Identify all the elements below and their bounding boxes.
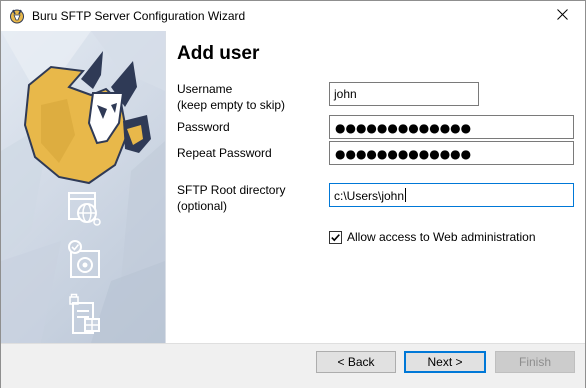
close-icon	[556, 9, 568, 23]
password-field[interactable]: ●●●●●●●●●●●●●	[329, 115, 574, 139]
wizard-side-panel	[1, 31, 165, 343]
window-title: Buru SFTP Server Configuration Wizard	[32, 9, 246, 23]
username-value: john	[334, 87, 357, 101]
root-directory-value: c:\Users\john	[334, 189, 405, 203]
root-directory-field[interactable]: c:\Users\john	[329, 183, 574, 207]
wizard-window: Buru SFTP Server Configuration Wizard Ad…	[0, 0, 586, 388]
password-masked-value: ●●●●●●●●●●●●●	[335, 121, 472, 135]
username-label-line1: Username	[177, 82, 233, 96]
username-field[interactable]: john	[329, 82, 479, 106]
username-label: Username (keep empty to skip)	[177, 81, 285, 113]
web-admin-checkbox[interactable]	[329, 231, 342, 244]
root-directory-label: SFTP Root directory (optional)	[177, 182, 285, 214]
app-logo-icon	[9, 8, 25, 24]
root-directory-label-line1: SFTP Root directory	[177, 183, 286, 197]
side-panel-divider	[165, 31, 166, 343]
repeat-password-label: Repeat Password	[177, 146, 272, 160]
repeat-password-field[interactable]: ●●●●●●●●●●●●●	[329, 141, 574, 165]
title-bar: Buru SFTP Server Configuration Wizard	[1, 1, 585, 31]
secure-drive-icon	[65, 239, 105, 284]
repeat-password-masked-value: ●●●●●●●●●●●●●	[335, 147, 472, 161]
buru-logo	[11, 45, 161, 195]
password-label: Password	[177, 120, 230, 134]
username-label-line2: (keep empty to skip)	[177, 98, 286, 112]
next-button[interactable]: Next >	[404, 351, 486, 373]
root-directory-label-line2: (optional)	[177, 199, 228, 213]
page-title: Add user	[177, 43, 260, 64]
close-button[interactable]	[539, 1, 585, 31]
globe-settings-icon	[65, 189, 105, 232]
back-button[interactable]: < Back	[316, 351, 396, 373]
secure-server-icon	[65, 293, 105, 338]
web-admin-label[interactable]: Allow access to Web administration	[347, 230, 536, 244]
finish-button[interactable]: Finish	[495, 351, 575, 373]
text-caret	[405, 188, 407, 202]
